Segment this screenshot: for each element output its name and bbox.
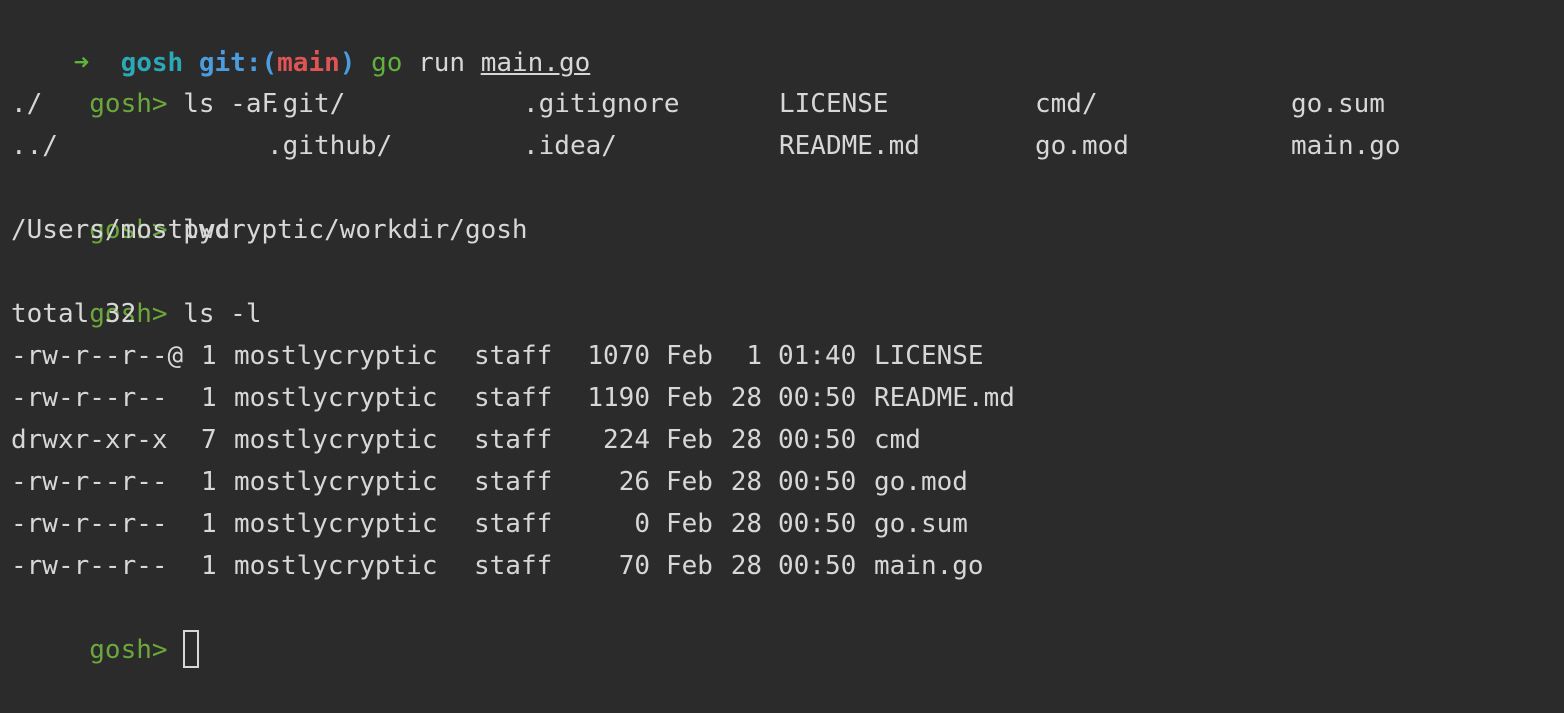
gosh-prompt: gosh> — [89, 635, 168, 665]
links: 1 — [201, 383, 217, 413]
size: 70 — [618, 551, 650, 581]
size: 224 — [603, 425, 650, 455]
gosh-command-line: gosh> ls -aF — [11, 41, 277, 119]
group: staff — [474, 425, 553, 455]
gosh-command-line: gosh> ls -l — [11, 251, 261, 329]
owner: mostlycryptic — [234, 551, 438, 581]
owner: mostlycryptic — [234, 425, 438, 455]
links: 7 — [201, 425, 217, 455]
file-entry: .github/ — [267, 131, 393, 161]
command-run: run — [418, 48, 466, 78]
time: 01:40 — [778, 341, 857, 371]
month: Feb — [666, 551, 713, 581]
perms: drwxr-xr-x — [11, 425, 168, 455]
owner: mostlycryptic — [234, 467, 438, 497]
group: staff — [474, 551, 553, 581]
month: Feb — [666, 467, 713, 497]
time: 00:50 — [778, 509, 857, 539]
filename: go.sum — [874, 509, 968, 539]
time: 00:50 — [778, 551, 857, 581]
owner: mostlycryptic — [234, 509, 438, 539]
filename: main.go — [874, 551, 984, 581]
ls-l-total: total 32 — [11, 299, 137, 329]
text-cursor[interactable] — [183, 629, 200, 668]
size: 1190 — [587, 383, 650, 413]
owner: mostlycryptic — [234, 383, 438, 413]
day: 28 — [730, 551, 762, 581]
file-entry: go.mod — [1035, 131, 1129, 161]
month: Feb — [666, 341, 713, 371]
group: staff — [474, 509, 553, 539]
pwd-output: /Users/mostlycryptic/workdir/gosh — [11, 215, 528, 245]
links: 1 — [201, 551, 217, 581]
file-entry: ./ — [11, 89, 43, 119]
month: Feb — [666, 509, 713, 539]
group: staff — [474, 467, 553, 497]
command-text: ls -aF — [183, 89, 278, 119]
perms: -rw-r--r-- — [11, 383, 168, 413]
links: 1 — [201, 509, 217, 539]
file-entry: .gitignore — [523, 89, 680, 119]
gosh-prompt: gosh> — [89, 89, 168, 119]
filename: cmd — [874, 425, 921, 455]
day: 28 — [730, 425, 762, 455]
size: 0 — [634, 509, 650, 539]
perms: -rw-r--r-- — [11, 467, 168, 497]
month: Feb — [666, 425, 713, 455]
links: 1 — [201, 341, 217, 371]
file-entry: .git/ — [267, 89, 346, 119]
group: staff — [474, 383, 553, 413]
prompt-git-close: ) — [339, 48, 356, 78]
terminal-window[interactable]: ➜ gosh git:(main) go run main.go gosh> l… — [0, 0, 1564, 668]
size: 26 — [618, 467, 650, 497]
day: 28 — [730, 509, 762, 539]
file-entry: cmd/ — [1035, 89, 1098, 119]
command-file-link[interactable]: main.go — [481, 48, 591, 78]
filename: README.md — [874, 383, 1015, 413]
group: staff — [474, 341, 553, 371]
file-entry: README.md — [779, 131, 920, 161]
prompt-git-branch: main — [277, 48, 340, 78]
day: 28 — [730, 383, 762, 413]
size: 1070 — [587, 341, 650, 371]
owner: mostlycryptic — [234, 341, 438, 371]
day: 28 — [730, 467, 762, 497]
perms: -rw-r--r--@ — [11, 341, 184, 371]
perms: -rw-r--r-- — [11, 509, 168, 539]
file-entry: .idea/ — [523, 131, 617, 161]
command-go: go — [371, 48, 403, 78]
filename: LICENSE — [874, 341, 984, 371]
gosh-input-line[interactable]: gosh> — [11, 587, 200, 668]
shell-prompt-line: ➜ gosh git:(main) go run main.go — [11, 0, 591, 78]
time: 00:50 — [778, 467, 857, 497]
gosh-command-line: gosh> pwd — [11, 167, 230, 245]
filename: go.mod — [874, 467, 968, 497]
file-entry: LICENSE — [779, 89, 889, 119]
file-entry: ../ — [11, 131, 58, 161]
time: 00:50 — [778, 383, 857, 413]
time: 00:50 — [778, 425, 857, 455]
command-text: ls -l — [183, 299, 262, 329]
day: 1 — [746, 341, 762, 371]
perms: -rw-r--r-- — [11, 551, 168, 581]
links: 1 — [201, 467, 217, 497]
month: Feb — [666, 383, 713, 413]
file-entry: main.go — [1291, 131, 1401, 161]
file-entry: go.sum — [1291, 89, 1385, 119]
